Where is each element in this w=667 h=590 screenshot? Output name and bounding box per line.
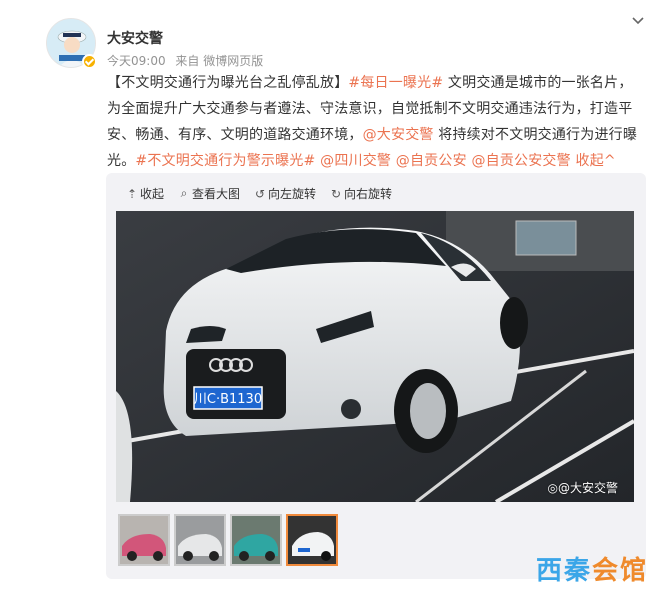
thumbnail-strip	[118, 514, 338, 566]
rotate-left-icon: ↺	[255, 186, 266, 201]
post-link[interactable]: @四川交警	[320, 153, 391, 169]
image-toolbar: ⇡ 收起 ⌕ 查看大图 ↺ 向左旋转 ↻ 向右旋转	[126, 185, 392, 202]
rotate-right-icon: ↻	[331, 186, 342, 201]
thumbnail-1[interactable]	[118, 514, 170, 566]
post-link[interactable]: 收起^	[576, 153, 616, 169]
chevron-down-icon[interactable]	[631, 14, 645, 28]
post-time[interactable]: 今天09:00	[107, 54, 166, 68]
post-source: 来自 微博网页版	[175, 54, 264, 68]
collapse-icon: ⇡	[126, 186, 138, 201]
photo-watermark: ◎@大安交警	[547, 481, 619, 495]
thumbnail-4[interactable]	[286, 514, 338, 566]
author-name[interactable]: 大安交警	[107, 28, 163, 48]
tool-rotate-right[interactable]: ↻ 向右旋转	[330, 185, 392, 202]
tool-rotate-left[interactable]: ↺ 向左旋转	[254, 185, 316, 202]
car-photo[interactable]: 川C·B1130 ◎@大安交警	[116, 211, 634, 502]
media-box: ⇡ 收起 ⌕ 查看大图 ↺ 向左旋转 ↻ 向右旋转 川C·B1130 ◎@大安交…	[106, 173, 646, 579]
post-text: 【不文明交通行为曝光台之乱停乱放】#每日一曝光# 文明交通是城市的一张名片，为全…	[107, 70, 639, 174]
post-meta: 今天09:00 来自 微博网页版	[107, 52, 269, 69]
license-plate: 川C·B1130	[194, 392, 262, 407]
tool-label: 向右旋转	[344, 187, 393, 201]
weibo-post-card: 大安交警 今天09:00 来自 微博网页版 【不文明交通行为曝光台之乱停乱放】#…	[0, 0, 667, 590]
site-logo-watermark: 西秦会馆	[536, 556, 649, 586]
tool-collapse[interactable]: ⇡ 收起	[126, 185, 164, 202]
post-link[interactable]: @大安交警	[363, 127, 434, 143]
verified-badge-icon	[82, 54, 97, 69]
tool-label: 收起	[140, 187, 165, 201]
weibo-icon: ◎	[547, 481, 558, 495]
post-link[interactable]: @自贡公安	[396, 153, 467, 169]
post-link[interactable]: #不文明交通行为警示曝光#	[135, 153, 315, 169]
post-text-segment: 【不文明交通行为曝光台之乱停乱放】	[107, 75, 349, 91]
tool-zoom[interactable]: ⌕ 查看大图	[178, 185, 240, 202]
post-link[interactable]: @自贡公安交警	[471, 153, 570, 169]
thumbnail-3[interactable]	[230, 514, 282, 566]
tool-label: 向左旋转	[268, 187, 317, 201]
tool-label: 查看大图	[192, 187, 241, 201]
zoom-icon: ⌕	[180, 186, 188, 200]
thumbnail-2[interactable]	[174, 514, 226, 566]
post-link[interactable]: #每日一曝光#	[348, 75, 443, 91]
